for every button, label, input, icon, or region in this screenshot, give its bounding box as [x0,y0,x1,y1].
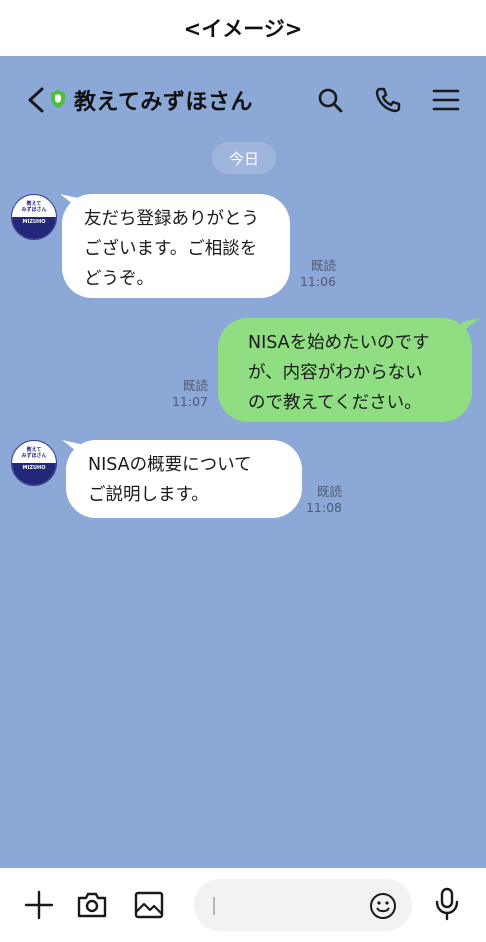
emoji-icon[interactable] [368,891,398,921]
timestamp: 11:07 [171,394,208,409]
avatar[interactable]: 教えて みずほさん MIZUHO [11,440,57,486]
chat-header: 教えてみずほさん [0,56,486,142]
avatar-logo: MIZUHO [22,219,46,225]
message-bubble-incoming[interactable]: NISAの概要について ご説明します。 [66,440,302,518]
message-line: 友だち登録ありがとう [84,209,259,229]
timestamp: 11:08 [305,500,342,515]
message-line: が、内容がわからない [248,363,423,383]
avatar-logo: MIZUHO [22,465,46,471]
search-icon[interactable] [316,86,344,114]
read-receipt: 既読 [182,378,208,393]
phone-icon[interactable] [374,86,402,114]
chat-screen: 教えてみずほさん 今日 教えて みずほさん MIZUHO 友だち登録ありがとう ご… [0,56,486,868]
image-caption: <イメージ> [183,17,303,41]
back-icon[interactable] [24,86,50,114]
input-bar [0,868,486,942]
menu-icon[interactable] [432,86,460,114]
timestamp: 11:06 [299,274,336,289]
message-line: NISAの概要について [88,455,252,475]
avatar[interactable]: 教えて みずほさん MIZUHO [11,194,57,240]
camera-icon[interactable] [75,888,109,922]
message-bubble-incoming[interactable]: 友だち登録ありがとう ございます。ご相談を どうぞ。 [62,194,290,298]
message-meta: 既読 11:08 [302,484,342,516]
plus-icon[interactable] [22,888,56,922]
message-bubble-outgoing[interactable]: NISAを始めたいのです が、内容がわからない ので教えてください。 [218,318,472,422]
date-chip: 今日 [212,142,276,174]
verified-shield-icon [51,90,65,108]
message-meta: 既読 11:07 [168,378,208,410]
message-line: どうぞ。 [84,269,154,289]
text-cursor [213,897,215,915]
bubble-tail [462,318,480,332]
avatar-text: みずほさん [21,453,47,459]
message-line: ご説明します。 [88,485,209,505]
message-line: NISAを始めたいのです [248,333,430,353]
message-meta: 既読 11:06 [296,258,336,290]
read-receipt: 既読 [316,484,342,499]
avatar-text: みずほさん [21,207,47,213]
chat-title: 教えてみずほさん [74,90,253,115]
message-line: ございます。ご相談を [84,239,258,259]
image-icon[interactable] [132,888,166,922]
read-receipt: 既読 [310,258,336,273]
mic-icon[interactable] [432,886,462,922]
message-line: ので教えてください。 [248,393,422,413]
